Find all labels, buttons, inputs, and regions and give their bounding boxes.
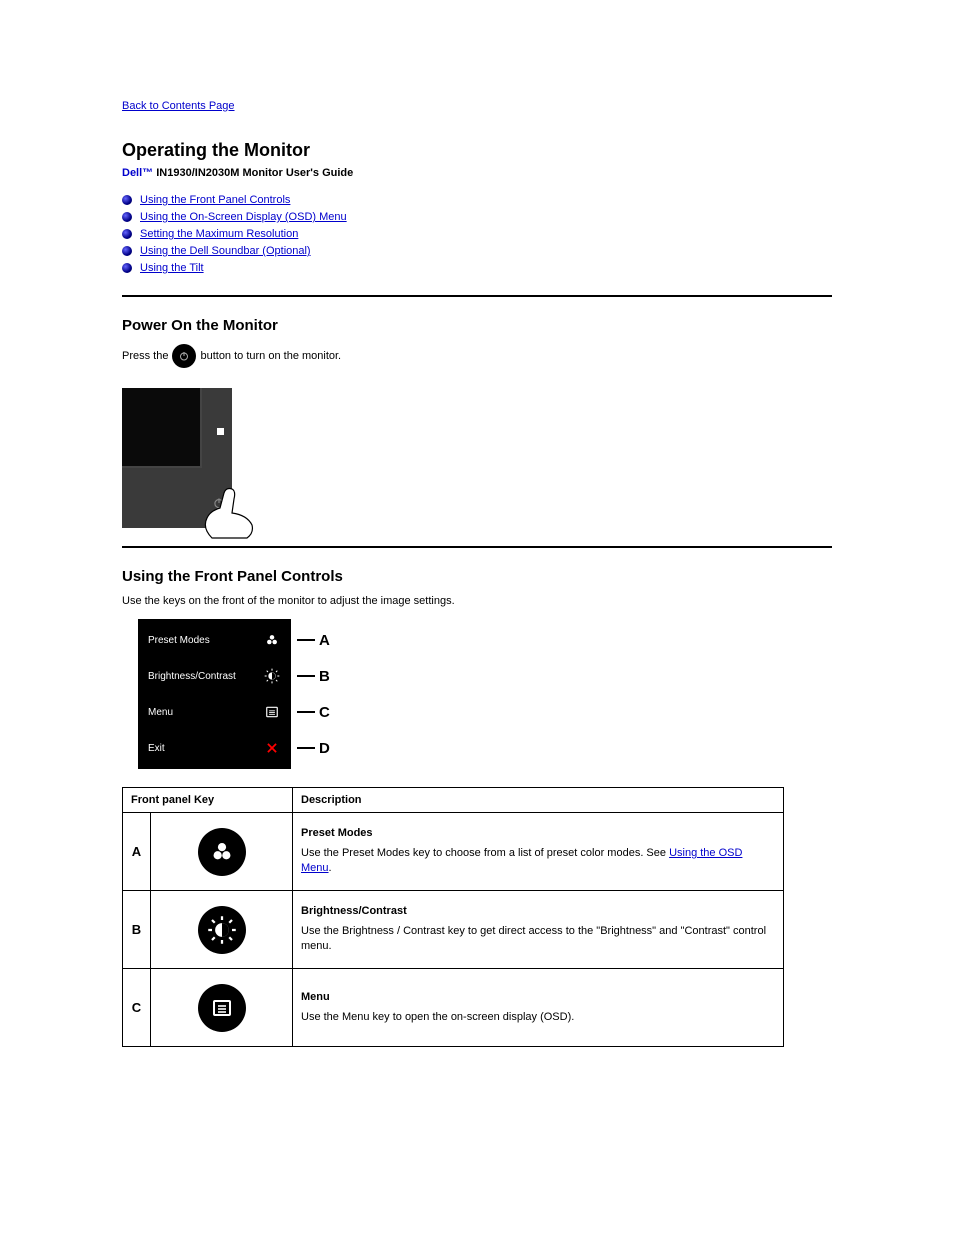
table-head-desc: Description <box>293 788 784 813</box>
bullet-icon <box>122 246 132 256</box>
osd-keys-figure: Preset Modes Brightness/Contrast <box>138 619 291 769</box>
brand-name: Dell™ <box>122 167 153 179</box>
callout-a: A <box>319 632 330 649</box>
front-panel-intro: Use the keys on the front of the monitor… <box>122 595 832 607</box>
divider <box>122 295 832 297</box>
bullet-icon <box>122 212 132 222</box>
bullet-icon <box>122 195 132 205</box>
row-title: Menu <box>301 990 775 1005</box>
toc-link-soundbar[interactable]: Using the Dell Soundbar (Optional) <box>140 245 311 257</box>
callout-c: C <box>319 704 330 721</box>
power-text-before: Press the <box>122 350 168 362</box>
page-title: Operating the Monitor <box>122 140 832 161</box>
toc-link-front-panel[interactable]: Using the Front Panel Controls <box>140 194 290 206</box>
callout-letters: A B C D <box>297 631 330 757</box>
table-row: B Brightness/Contrast Use the Brightness… <box>123 891 784 969</box>
section-front-panel-heading: Using the Front Panel Controls <box>122 568 832 585</box>
row-title: Brightness/Contrast <box>301 904 775 919</box>
exit-icon <box>263 739 281 757</box>
subtitle-rest: IN1930/IN2030M Monitor User's Guide <box>153 167 353 179</box>
table-row: A Preset Modes Use the Preset Modes key … <box>123 813 784 891</box>
power-icon <box>172 344 196 368</box>
power-instruction-row: Press the button to turn on the monitor. <box>122 344 832 368</box>
toc-link-tilt[interactable]: Using the Tilt <box>140 262 204 274</box>
hand-icon <box>192 483 272 543</box>
bullet-icon <box>122 229 132 239</box>
row-body-after: . <box>329 862 332 874</box>
row-letter: C <box>123 969 151 1047</box>
toc-link-max-resolution[interactable]: Setting the Maximum Resolution <box>140 228 298 240</box>
monitor-power-figure <box>122 388 267 528</box>
row-body: Use the Brightness / Contrast key to get… <box>301 925 766 952</box>
back-to-contents-link[interactable]: Back to Contents Page <box>122 100 235 112</box>
brightness-contrast-icon <box>198 906 246 954</box>
preset-modes-icon <box>198 828 246 876</box>
row-letter: A <box>123 813 151 891</box>
row-body-before: Use the Preset Modes key to choose from … <box>301 847 669 859</box>
menu-icon <box>198 984 246 1032</box>
bullet-icon <box>122 263 132 273</box>
osd-label-brightness: Brightness/Contrast <box>148 671 236 682</box>
osd-label-menu: Menu <box>148 707 173 718</box>
section-power-on-heading: Power On the Monitor <box>122 317 832 334</box>
osd-label-preset: Preset Modes <box>148 635 210 646</box>
controls-table: Front panel Key Description A Preset Mod… <box>122 787 784 1047</box>
osd-label-exit: Exit <box>148 743 165 754</box>
power-text-after: button to turn on the monitor. <box>200 350 341 362</box>
callout-d: D <box>319 740 330 757</box>
callout-b: B <box>319 668 330 685</box>
preset-modes-icon <box>263 631 281 649</box>
row-title: Preset Modes <box>301 826 775 841</box>
row-letter: B <box>123 891 151 969</box>
table-of-contents: Using the Front Panel Controls Using the… <box>122 193 832 275</box>
table-head-key: Front panel Key <box>123 788 293 813</box>
table-row: C Menu Use the Menu key to open the on-s… <box>123 969 784 1047</box>
row-body: Use the Menu key to open the on-screen d… <box>301 1011 574 1023</box>
menu-icon <box>263 703 281 721</box>
subtitle: Dell™ IN1930/IN2030M Monitor User's Guid… <box>122 167 832 179</box>
brightness-contrast-icon <box>263 667 281 685</box>
toc-link-osd-menu[interactable]: Using the On-Screen Display (OSD) Menu <box>140 211 347 223</box>
divider <box>122 546 832 548</box>
